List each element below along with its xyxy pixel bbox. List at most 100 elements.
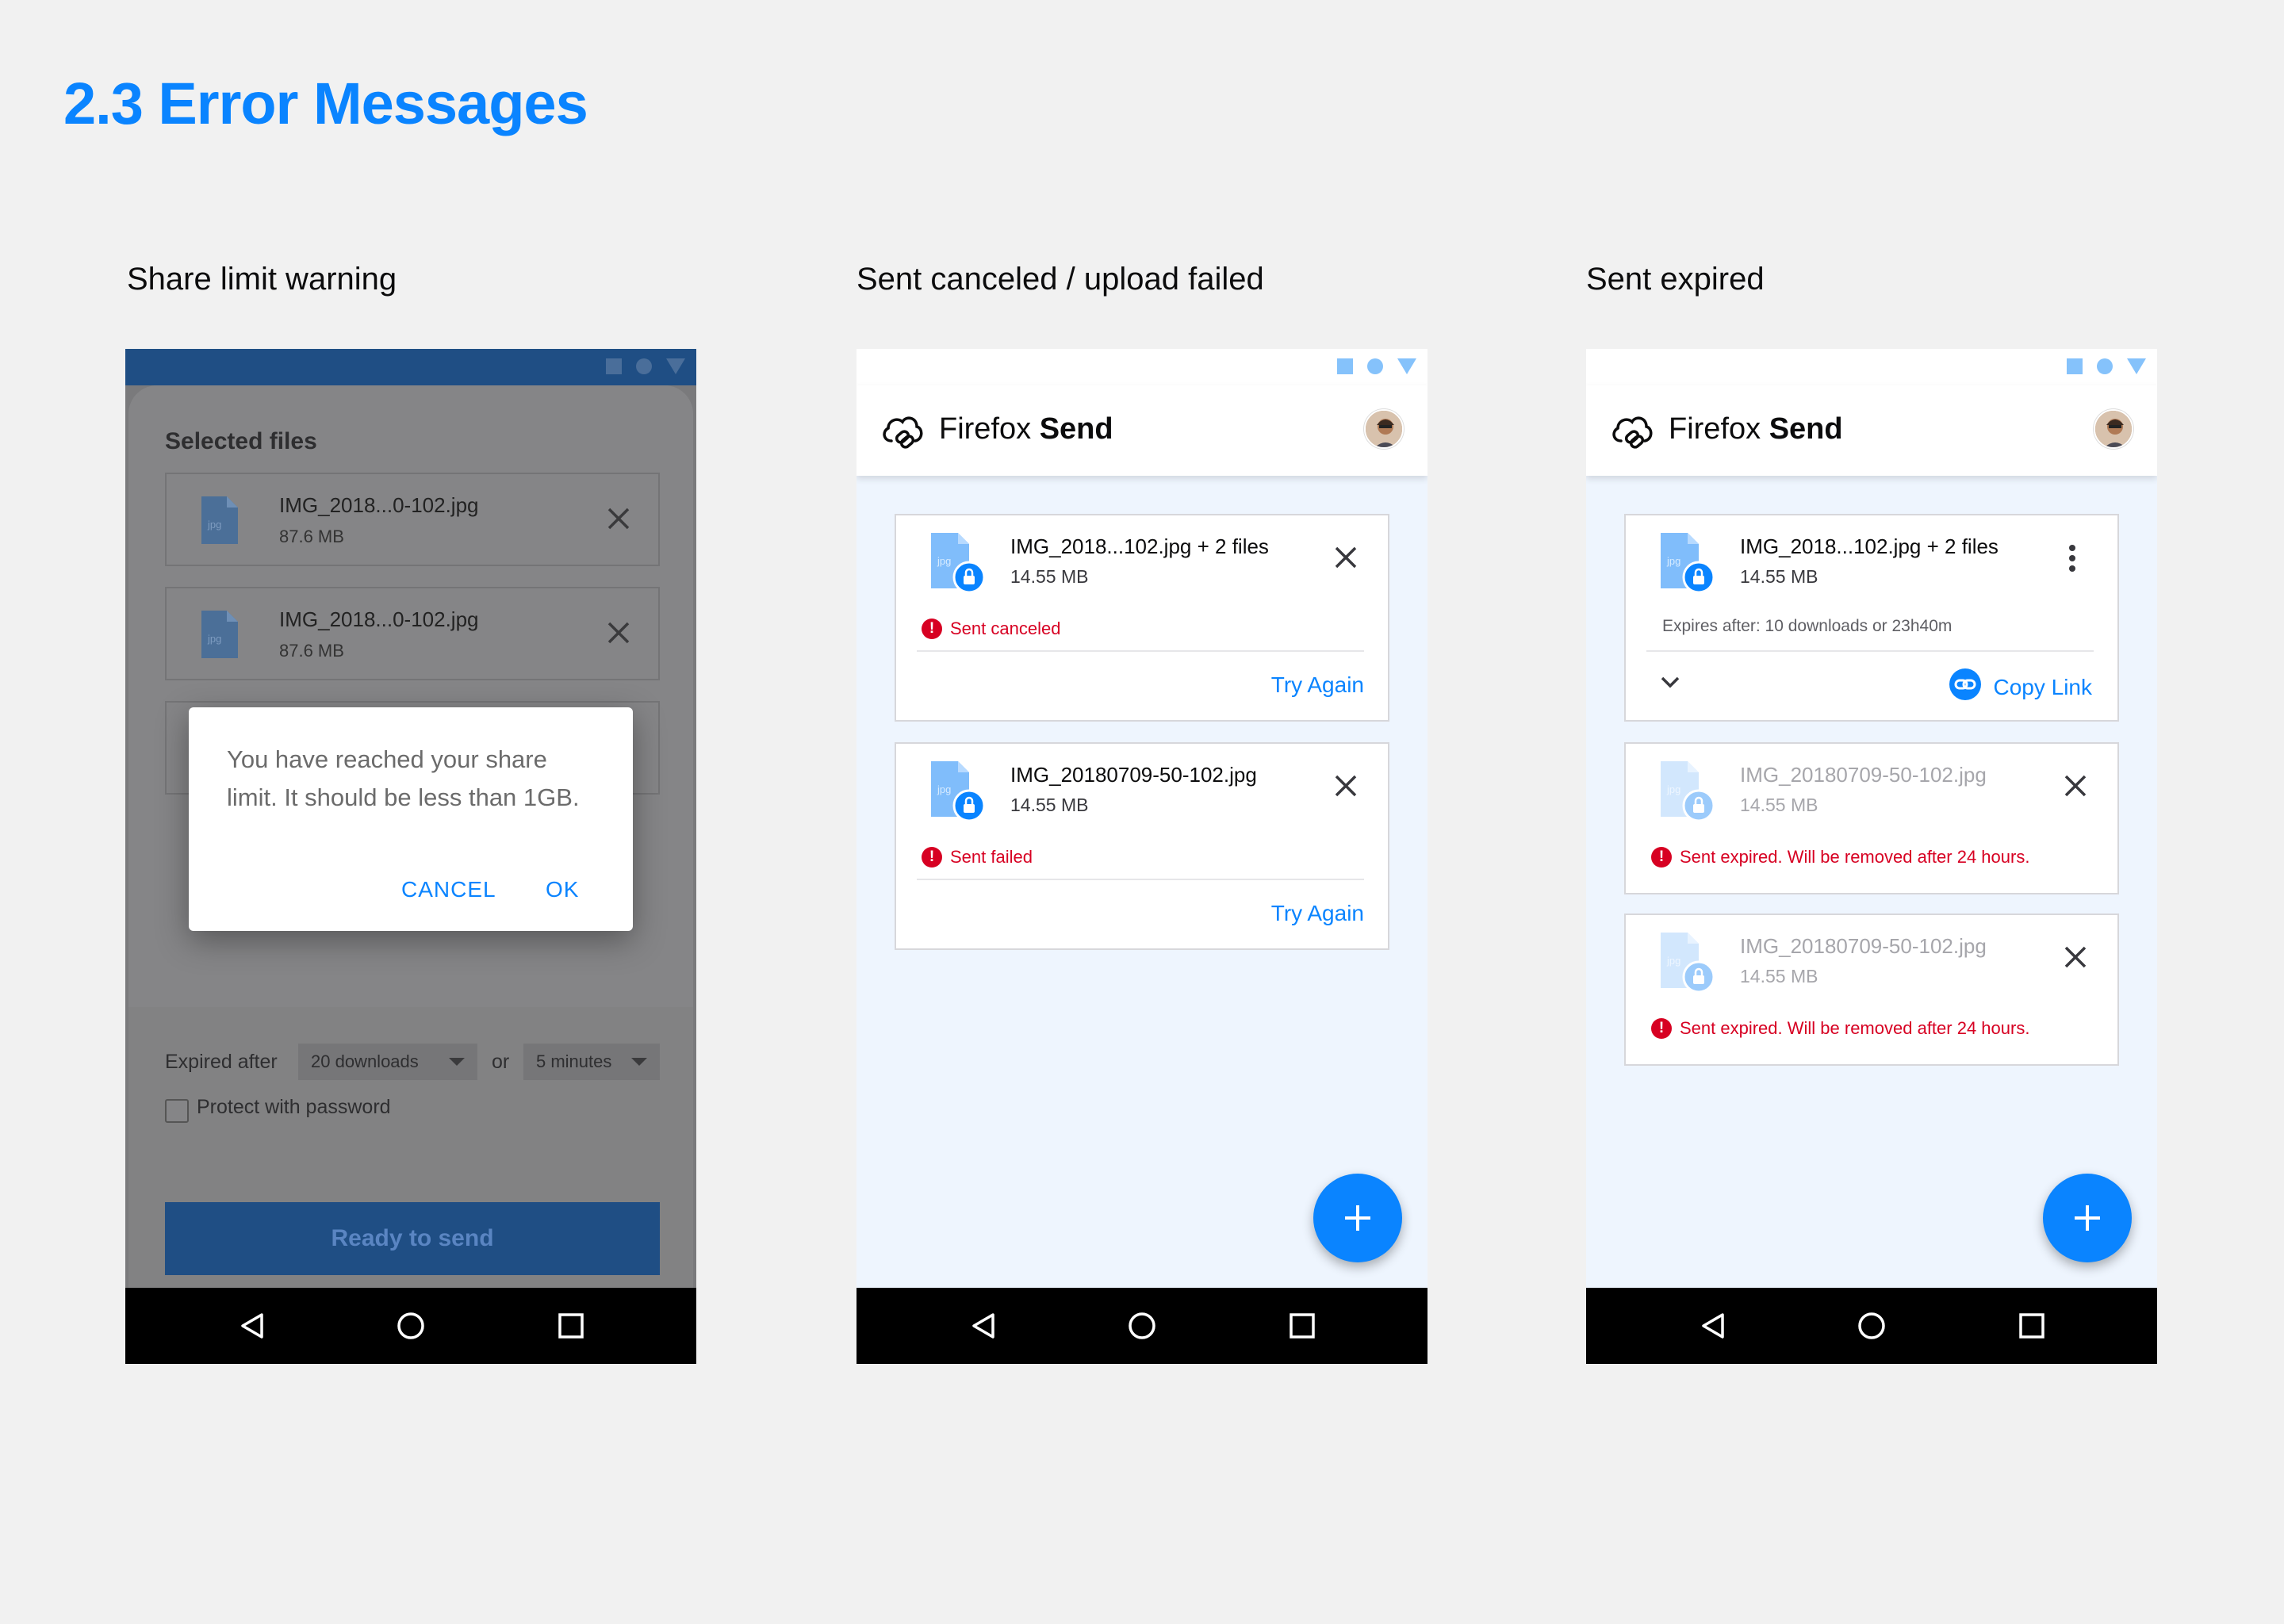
status-square-icon — [606, 358, 622, 374]
file-name: IMG_2018...0-102.jpg — [279, 493, 479, 517]
brand-light: Firefox — [1669, 412, 1769, 446]
brand-bold: Send — [1769, 412, 1843, 446]
svg-text:jpg: jpg — [1666, 955, 1680, 967]
locked-jpg-file-icon: jpg — [1661, 761, 1715, 825]
android-navbar — [1586, 1288, 2157, 1364]
phone-expired: Firefox Send jpg IMG_2018...102.jpg + 2 … — [1586, 349, 2157, 1364]
time-select[interactable]: 5 minutes — [523, 1044, 660, 1080]
add-file-button[interactable] — [2043, 1174, 2132, 1262]
jpg-file-icon: jpg — [201, 496, 238, 548]
downloads-select[interactable]: 20 downloads — [298, 1044, 477, 1080]
share-limit-dialog: You have reached your share limit. It sh… — [189, 707, 633, 931]
back-icon[interactable] — [1699, 1312, 1727, 1344]
page-title: 2.3 Error Messages — [63, 71, 588, 136]
phone-share-limit: Selected files jpg IMG_2018...0-102.jpg … — [125, 349, 696, 1364]
status-triangle-icon — [2127, 358, 2146, 374]
back-icon[interactable] — [238, 1312, 266, 1344]
file-size: 14.55 MB — [1740, 795, 1818, 815]
svg-text:jpg: jpg — [207, 519, 221, 530]
section-label-share-limit: Share limit warning — [127, 262, 397, 297]
error-icon: ! — [1651, 847, 1672, 868]
file-size: 14.55 MB — [1010, 566, 1089, 587]
error-icon: ! — [922, 847, 942, 868]
dialog-message: You have reached your share limit. It sh… — [227, 745, 580, 811]
cancel-button[interactable]: CANCEL — [401, 877, 496, 902]
error-text: Sent canceled — [950, 619, 1061, 638]
password-label: Protect with password — [197, 1096, 391, 1118]
home-icon[interactable] — [397, 1312, 425, 1344]
error-message: ! Sent expired. Will be removed after 24… — [1651, 1018, 2029, 1039]
try-again-button[interactable]: Try Again — [1271, 672, 1364, 698]
add-file-button[interactable] — [1313, 1174, 1402, 1262]
password-checkbox[interactable] — [165, 1099, 189, 1123]
expired-after-label: Expired after — [165, 1051, 278, 1073]
close-icon[interactable] — [1334, 546, 1358, 573]
error-icon: ! — [922, 619, 942, 639]
divider — [917, 650, 1364, 652]
file-row: jpg IMG_2018...0-102.jpg 87.6 MB — [165, 473, 660, 566]
upload-card: jpg IMG_20180709-50-102.jpg 14.55 MB ! S… — [895, 742, 1389, 950]
android-navbar — [856, 1288, 1428, 1364]
file-name: IMG_2018...102.jpg + 2 files — [1010, 534, 1269, 558]
brand-bold: Send — [1039, 412, 1113, 446]
remove-file-icon[interactable] — [606, 620, 631, 649]
file-name: IMG_20180709-50-102.jpg — [1740, 763, 1987, 787]
error-text: Sent expired. Will be removed after 24 h… — [1680, 847, 2030, 867]
back-icon[interactable] — [969, 1312, 998, 1344]
ok-button[interactable]: OK — [546, 877, 579, 902]
status-circle-icon — [1367, 358, 1383, 374]
status-square-icon — [1337, 358, 1353, 374]
dropdown-arrow-icon — [631, 1058, 647, 1066]
selected-files-heading: Selected files — [165, 428, 317, 454]
cloud-link-icon — [880, 411, 925, 454]
close-icon[interactable] — [2064, 945, 2087, 973]
status-triangle-icon — [1397, 358, 1416, 374]
file-size: 87.6 MB — [279, 527, 344, 546]
error-icon: ! — [1651, 1018, 1672, 1039]
chevron-down-icon[interactable] — [1659, 674, 1681, 694]
expired-card: jpg IMG_20180709-50-102.jpg 14.55 MB ! S… — [1624, 914, 2119, 1066]
status-square-icon — [2067, 358, 2083, 374]
status-bar — [125, 349, 696, 385]
section-label-canceled-failed: Sent canceled / upload failed — [856, 262, 1264, 297]
app-header: Firefox Send — [856, 385, 1428, 476]
downloads-select-value: 20 downloads — [311, 1051, 419, 1071]
or-label: or — [492, 1051, 510, 1073]
home-icon[interactable] — [1857, 1312, 1886, 1344]
status-bar — [856, 349, 1428, 385]
recents-icon[interactable] — [2018, 1312, 2046, 1344]
app-brand: Firefox Send — [1669, 412, 1843, 446]
home-icon[interactable] — [1128, 1312, 1156, 1344]
file-size: 14.55 MB — [1740, 566, 1818, 587]
close-icon[interactable] — [1334, 774, 1358, 802]
try-again-button[interactable]: Try Again — [1271, 901, 1364, 926]
close-icon[interactable] — [2064, 774, 2087, 802]
copy-link-button[interactable]: Copy Link — [1949, 668, 2092, 707]
error-message: ! Sent expired. Will be removed after 24… — [1651, 847, 2029, 868]
recents-icon[interactable] — [1288, 1312, 1316, 1344]
file-row: jpg IMG_2018...0-102.jpg 87.6 MB — [165, 587, 660, 680]
recents-icon[interactable] — [557, 1312, 585, 1344]
upload-card: jpg IMG_2018...102.jpg + 2 files 14.55 M… — [895, 514, 1389, 722]
time-select-value: 5 minutes — [536, 1051, 612, 1071]
app-header: Firefox Send — [1586, 385, 2157, 476]
expiry-info: Expires after: 10 downloads or 23h40m — [1662, 617, 1953, 635]
locked-jpg-file-icon: jpg — [1661, 933, 1715, 997]
brand-light: Firefox — [939, 412, 1040, 446]
status-triangle-icon — [666, 358, 685, 374]
status-circle-icon — [2097, 358, 2113, 374]
locked-jpg-file-icon: jpg — [931, 533, 986, 597]
ready-to-send-button[interactable]: Ready to send — [165, 1202, 660, 1275]
svg-text:jpg: jpg — [1666, 555, 1680, 567]
cloud-link-icon — [1610, 411, 1654, 454]
dropdown-arrow-icon — [449, 1058, 465, 1066]
remove-file-icon[interactable] — [606, 506, 631, 535]
more-options-icon[interactable] — [2068, 544, 2076, 576]
svg-text:jpg: jpg — [937, 555, 951, 567]
user-avatar[interactable] — [1364, 409, 1404, 449]
svg-text:jpg: jpg — [937, 783, 951, 795]
error-message: ! Sent canceled — [922, 619, 1060, 639]
user-avatar[interactable] — [2094, 409, 2133, 449]
divider — [917, 879, 1364, 880]
link-icon — [1949, 668, 1982, 707]
